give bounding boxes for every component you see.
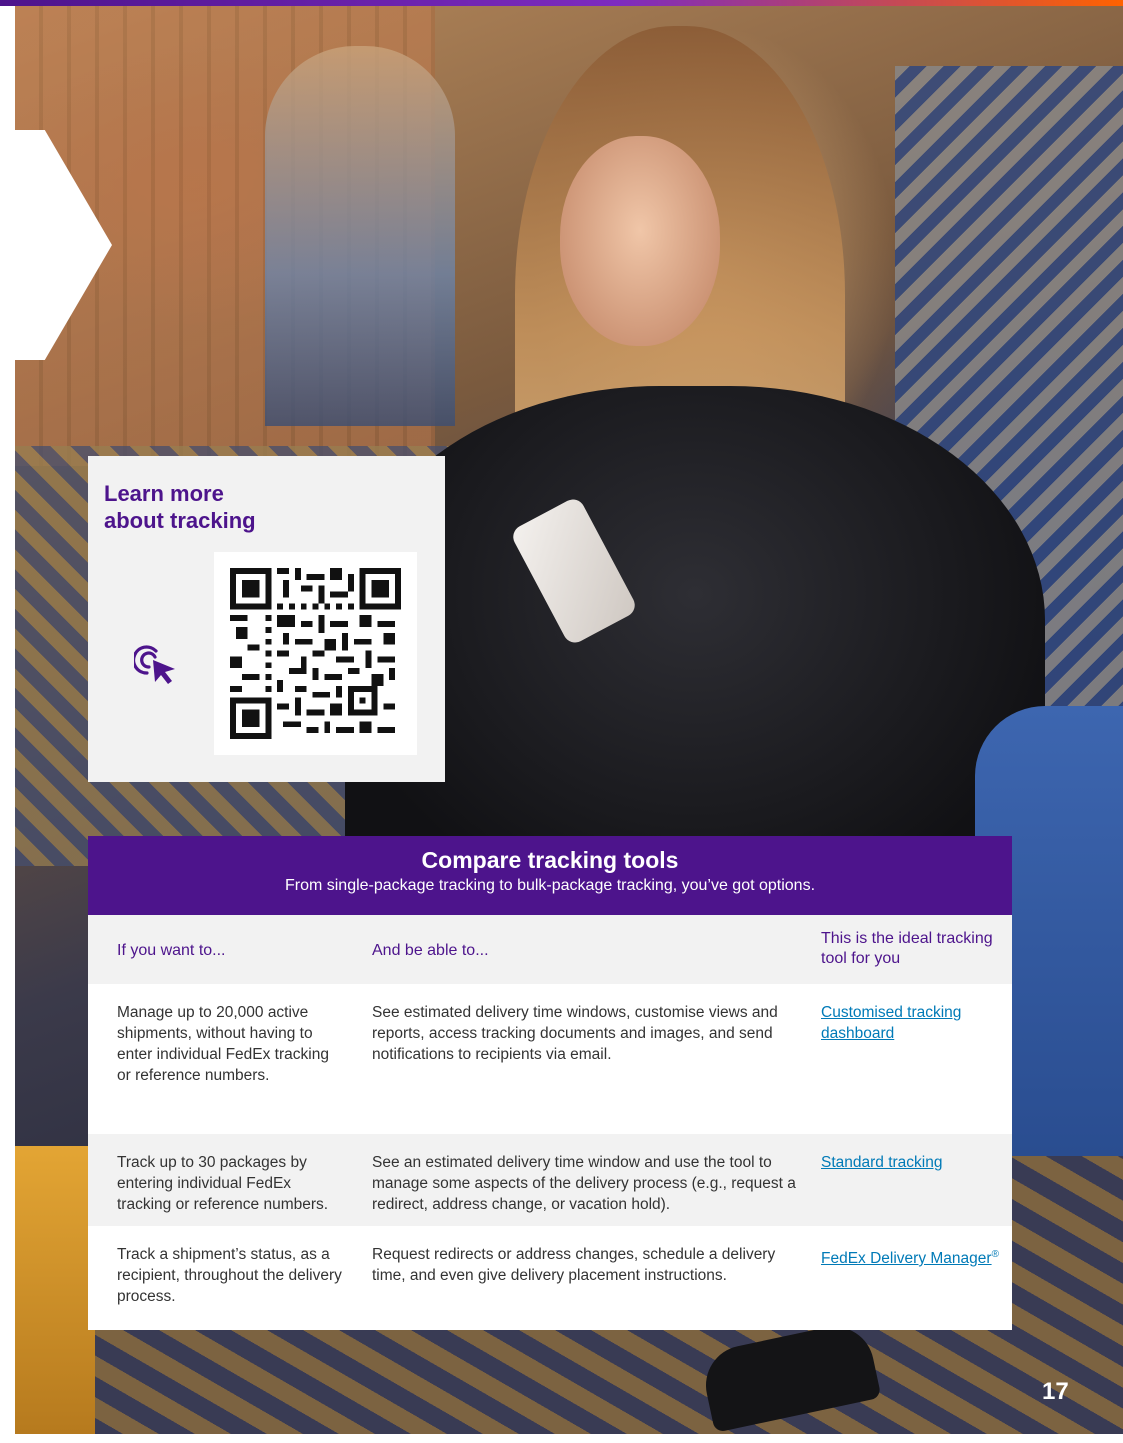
column-header-want: If you want to... — [117, 942, 226, 959]
registered-mark: ® — [991, 1249, 999, 1260]
brochure-page: Learn more about tracking Compare tracki… — [0, 0, 1123, 1443]
row-want-cell: Track up to 30 packages by entering indi… — [117, 1154, 329, 1213]
compare-subtitle: From single-package tracking to bulk-pac… — [284, 877, 816, 894]
compare-header: Compare tracking tools From single-packa… — [88, 836, 1012, 915]
page-number: 17 — [1042, 1378, 1069, 1405]
customised-tracking-dashboard-link[interactable]: Customised tracking dashboard — [821, 1002, 1006, 1044]
compare-title: Compare tracking tools — [421, 847, 679, 873]
learn-more-title: Learn more about tracking — [104, 480, 324, 534]
learn-more-card: Learn more about tracking — [88, 456, 445, 782]
row-able-cell: See an estimated delivery time window an… — [372, 1154, 796, 1213]
table-row: Track a shipment’s status, as a recipien… — [88, 1226, 1012, 1330]
table-row: Manage up to 20,000 active shipments, wi… — [88, 984, 1012, 1134]
compare-tracking-table: Compare tracking tools From single-packa… — [88, 836, 1012, 1330]
learn-more-title-line2: about tracking — [104, 508, 256, 533]
column-header-tool: This is the ideal tracking tool for you — [821, 930, 993, 967]
row-want-cell: Manage up to 20,000 active shipments, wi… — [117, 1004, 329, 1084]
fedex-delivery-manager-link[interactable]: FedEx Delivery Manager® — [821, 1244, 1006, 1269]
qr-code-pattern — [230, 568, 401, 739]
row-want-cell: Track a shipment’s status, as a recipien… — [117, 1246, 342, 1305]
learn-more-title-line1: Learn more — [104, 481, 224, 506]
qr-code[interactable] — [214, 552, 417, 755]
row-able-cell: Request redirects or address changes, sc… — [372, 1246, 776, 1284]
standard-tracking-link[interactable]: Standard tracking — [821, 1152, 1006, 1173]
photo-yellow-bag — [15, 1146, 95, 1434]
table-column-headers: If you want to... And be able to... This… — [88, 915, 1012, 984]
photo-ornate-column — [265, 46, 455, 426]
row-able-cell: See estimated delivery time windows, cus… — [372, 1004, 778, 1063]
fedex-delivery-manager-link-text: FedEx Delivery Manager — [821, 1250, 992, 1268]
click-pointer-icon — [134, 645, 175, 684]
photo-face — [560, 136, 720, 346]
table-row: Track up to 30 packages by entering indi… — [88, 1134, 1012, 1226]
photo-jacket — [345, 386, 1045, 906]
column-header-able: And be able to... — [372, 942, 489, 959]
